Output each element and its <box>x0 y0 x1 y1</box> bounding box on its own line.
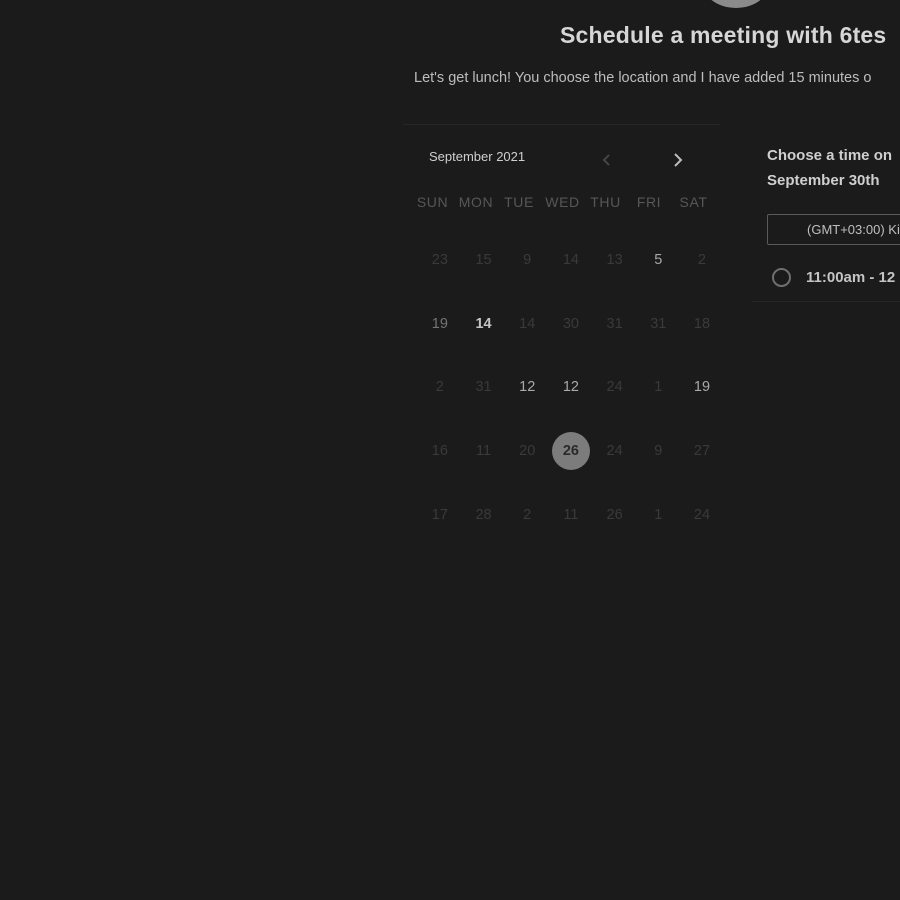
weekday-label: MON <box>458 194 494 210</box>
calendar-day: 31 <box>650 315 667 332</box>
calendar-day: 14 <box>562 251 579 268</box>
radio-button[interactable] <box>772 267 791 287</box>
calendar-grid: 23 15 9 14 13 5 2 19 14 14 30 31 31 18 2… <box>418 228 724 547</box>
calendar-day: 9 <box>654 443 663 460</box>
calendar-day[interactable]: 14 <box>462 292 506 356</box>
chevron-left-icon <box>602 154 610 166</box>
weekday-label: WED <box>545 194 580 210</box>
calendar-day[interactable]: 12 <box>505 356 549 420</box>
calendar-day: 2 <box>435 379 444 396</box>
time-picker-heading: Choose a time on September 30th <box>767 143 892 193</box>
calendar-day[interactable]: 19 <box>680 356 724 420</box>
timezone-select[interactable]: (GMT+03:00) Ki <box>767 214 900 245</box>
calendar-day: 27 <box>693 443 711 460</box>
calendar-day: 1 <box>654 379 663 396</box>
calendar-day: 11 <box>476 443 492 460</box>
meeting-description: Let's get lunch! You choose the location… <box>414 70 872 86</box>
time-slot-divider <box>752 301 900 302</box>
host-avatar <box>700 0 772 8</box>
calendar-day: 24 <box>606 379 623 396</box>
calendar-day[interactable]: 19 <box>418 292 462 356</box>
calendar-divider <box>403 124 720 125</box>
calendar-day[interactable]: 12 <box>549 356 593 420</box>
page-title: Schedule a meeting with 6tes <box>560 22 887 48</box>
calendar-day: 20 <box>519 443 536 460</box>
next-month-button[interactable] <box>668 150 688 170</box>
calendar-day: 31 <box>475 379 492 396</box>
scheduling-page: Schedule a meeting with 6tes Let's get l… <box>0 0 900 900</box>
weekday-header: SUN MON TUE WED THU FRI SAT <box>410 194 716 210</box>
weekday-label: SAT <box>679 194 708 210</box>
calendar-day: 30 <box>562 315 579 332</box>
weekday-label: THU <box>590 194 621 210</box>
calendar-day[interactable]: 5 <box>636 228 680 292</box>
calendar-month-label: September 2021 <box>429 149 526 164</box>
calendar-day: 24 <box>693 507 711 524</box>
calendar-day: 2 <box>523 507 532 524</box>
calendar-day: 1 <box>654 507 663 524</box>
previous-month-button[interactable] <box>597 150 617 170</box>
time-slot-option[interactable]: 11:00am - 12 <box>772 265 895 289</box>
time-slot-label: 11:00am - 12 <box>806 268 896 286</box>
calendar-day: 16 <box>431 443 448 460</box>
time-heading-line: Choose a time on <box>767 147 893 164</box>
calendar-day: 15 <box>475 251 492 268</box>
time-heading-date: September 30th <box>767 172 880 189</box>
chevron-right-icon <box>674 153 683 167</box>
weekday-label: FRI <box>636 194 662 210</box>
calendar-day: 17 <box>431 507 448 524</box>
calendar-day: 11 <box>563 507 579 524</box>
calendar-day: 14 <box>519 315 536 332</box>
calendar-day: 13 <box>606 251 623 268</box>
calendar-day: 28 <box>475 507 492 524</box>
calendar-day: 18 <box>693 315 711 332</box>
weekday-label: SUN <box>416 194 449 210</box>
calendar-day: 31 <box>606 315 623 332</box>
calendar-day: 23 <box>431 251 448 268</box>
calendar-day: 24 <box>606 443 623 460</box>
weekday-label: TUE <box>504 194 534 210</box>
calendar-day: 2 <box>697 251 706 268</box>
calendar-day: 26 <box>606 507 623 524</box>
selected-calendar-day[interactable]: 26 <box>549 419 593 483</box>
calendar-day: 9 <box>523 251 532 268</box>
